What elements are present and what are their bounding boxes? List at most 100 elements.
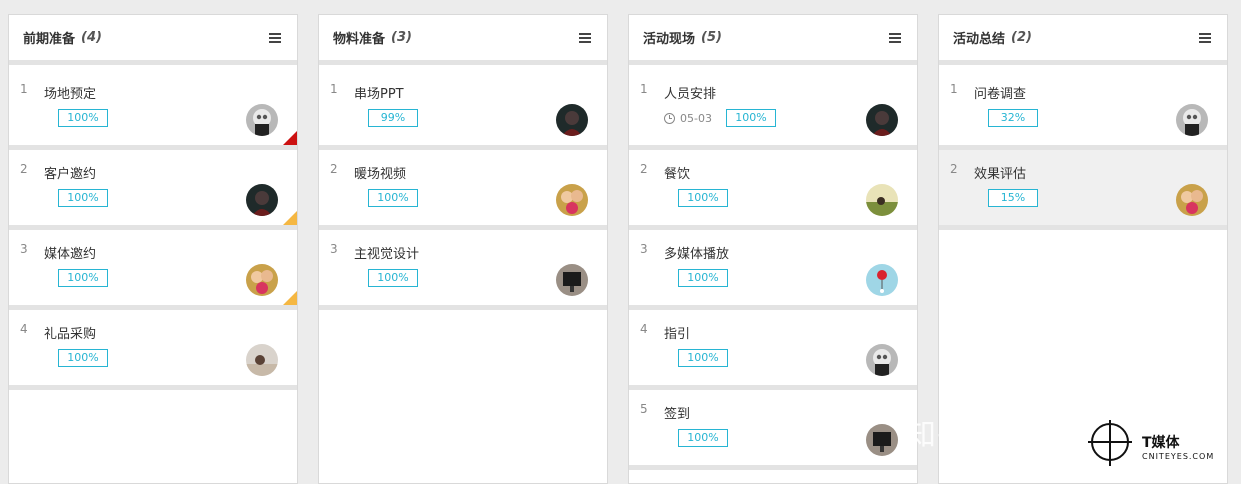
task-card[interactable]: 3 多媒体播放 100%: [629, 230, 917, 310]
task-card[interactable]: 5 签到 100%: [629, 390, 917, 470]
progress-badge: 100%: [725, 109, 776, 127]
task-card[interactable]: 1 串场PPT 99%: [319, 70, 607, 150]
priority-corner-flag: [283, 291, 297, 305]
task-card[interactable]: 2 客户邀约 100%: [9, 150, 297, 230]
logo-subtext: CNITEYES.COM: [1142, 452, 1215, 461]
progress-badge: 100%: [368, 189, 418, 207]
kanban-column: 活动现场 (5) 1 人员安排 05-03 100% 2 餐饮 100% 3 多媒体播放 100% 4 指…: [628, 14, 918, 484]
card-meta: 100%: [58, 349, 108, 367]
kanban-board: 前期准备 (4) 1 场地预定 100% 2 客户邀约 100% 3 媒体邀约 100% 4 礼品采购 1…: [0, 0, 1241, 484]
card-index: 2: [20, 162, 28, 176]
column-title: 活动总结: [953, 32, 1006, 47]
progress-badge: 15%: [988, 189, 1038, 207]
menu-icon[interactable]: [269, 32, 281, 43]
card-title[interactable]: 暖场视频: [354, 163, 406, 182]
progress-badge: 100%: [678, 269, 728, 287]
card-meta: 15%: [988, 189, 1038, 207]
card-meta: 32%: [988, 109, 1038, 127]
priority-corner-flag: [283, 211, 297, 225]
card-index: 1: [20, 82, 28, 96]
column-header: 前期准备 (4): [9, 15, 297, 65]
card-title[interactable]: 媒体邀约: [44, 243, 96, 262]
card-meta: 100%: [678, 349, 728, 367]
assignee-avatar[interactable]: [246, 344, 278, 376]
column-count: (5): [701, 30, 722, 45]
column-count: (3): [391, 30, 412, 45]
card-title[interactable]: 客户邀约: [44, 163, 96, 182]
progress-badge: 100%: [58, 189, 108, 207]
card-meta: 99%: [368, 109, 418, 127]
card-title[interactable]: 签到: [664, 403, 690, 422]
progress-badge: 100%: [58, 269, 108, 287]
card-title[interactable]: 多媒体播放: [664, 243, 729, 262]
card-title[interactable]: 主视觉设计: [354, 243, 419, 262]
card-index: 3: [330, 242, 338, 256]
kanban-column: 前期准备 (4) 1 场地预定 100% 2 客户邀约 100% 3 媒体邀约 100% 4 礼品采购 1…: [8, 14, 298, 484]
assignee-avatar[interactable]: [866, 104, 898, 136]
menu-icon[interactable]: [889, 32, 901, 43]
assignee-avatar[interactable]: [866, 264, 898, 296]
task-card[interactable]: 2 餐饮 100%: [629, 150, 917, 230]
task-card[interactable]: 1 人员安排 05-03 100%: [629, 70, 917, 150]
assignee-avatar[interactable]: [866, 184, 898, 216]
task-card[interactable]: 2 暖场视频 100%: [319, 150, 607, 230]
card-title[interactable]: 串场PPT: [354, 83, 404, 102]
progress-badge: 100%: [678, 349, 728, 367]
column-title: 活动现场: [643, 32, 696, 47]
card-meta: 100%: [58, 189, 108, 207]
assignee-avatar[interactable]: [866, 344, 898, 376]
assignee-avatar[interactable]: [246, 264, 278, 296]
menu-icon[interactable]: [1199, 32, 1211, 43]
task-card[interactable]: 1 问卷调查 32%: [939, 70, 1227, 150]
task-card[interactable]: 1 场地预定 100%: [9, 70, 297, 150]
card-meta: 100%: [678, 269, 728, 287]
card-list: 1 串场PPT 99% 2 暖场视频 100% 3 主视觉设计 100%: [319, 65, 607, 310]
card-meta: 100%: [368, 269, 418, 287]
menu-icon[interactable]: [579, 32, 591, 43]
due-date: 05-03: [664, 112, 712, 125]
card-index: 4: [640, 322, 648, 336]
card-index: 4: [20, 322, 28, 336]
progress-badge: 100%: [58, 109, 108, 127]
card-index: 2: [640, 162, 648, 176]
card-list: 1 场地预定 100% 2 客户邀约 100% 3 媒体邀约 100% 4 礼品采购 100%: [9, 65, 297, 390]
card-list: 1 问卷调查 32% 2 效果评估 15%: [939, 65, 1227, 230]
progress-badge: 100%: [58, 349, 108, 367]
card-title[interactable]: 场地预定: [44, 83, 96, 102]
card-title[interactable]: 指引: [664, 323, 690, 342]
card-title[interactable]: 效果评估: [974, 163, 1026, 182]
card-meta: 05-03 100%: [664, 109, 776, 127]
task-card[interactable]: 3 媒体邀约 100%: [9, 230, 297, 310]
progress-badge: 100%: [678, 189, 728, 207]
task-card[interactable]: 4 礼品采购 100%: [9, 310, 297, 390]
task-card[interactable]: 4 指引 100%: [629, 310, 917, 390]
card-title[interactable]: 礼品采购: [44, 323, 96, 342]
assignee-avatar[interactable]: [1176, 184, 1208, 216]
assignee-avatar[interactable]: [866, 424, 898, 456]
card-index: 2: [950, 162, 958, 176]
card-index: 2: [330, 162, 338, 176]
assignee-avatar[interactable]: [1176, 104, 1208, 136]
assignee-avatar[interactable]: [556, 184, 588, 216]
card-title[interactable]: 人员安排: [664, 83, 716, 102]
card-title[interactable]: 问卷调查: [974, 83, 1026, 102]
column-title: 物料准备: [333, 32, 386, 47]
assignee-avatar[interactable]: [556, 264, 588, 296]
column-header: 活动总结 (2): [939, 15, 1227, 65]
kanban-column: 物料准备 (3) 1 串场PPT 99% 2 暖场视频 100% 3 主视觉设计 100%: [318, 14, 608, 484]
card-meta: 100%: [58, 269, 108, 287]
progress-badge: 100%: [368, 269, 418, 287]
assignee-avatar[interactable]: [556, 104, 588, 136]
card-meta: 100%: [678, 429, 728, 447]
assignee-avatar[interactable]: [246, 184, 278, 216]
column-header: 活动现场 (5): [629, 15, 917, 65]
card-index: 1: [950, 82, 958, 96]
card-index: 3: [640, 242, 648, 256]
clock-icon: [664, 112, 675, 124]
due-date-text: 05-03: [680, 111, 712, 125]
assignee-avatar[interactable]: [246, 104, 278, 136]
column-title: 前期准备: [23, 32, 76, 47]
task-card[interactable]: 2 效果评估 15%: [939, 150, 1227, 230]
task-card[interactable]: 3 主视觉设计 100%: [319, 230, 607, 310]
card-title[interactable]: 餐饮: [664, 163, 690, 182]
